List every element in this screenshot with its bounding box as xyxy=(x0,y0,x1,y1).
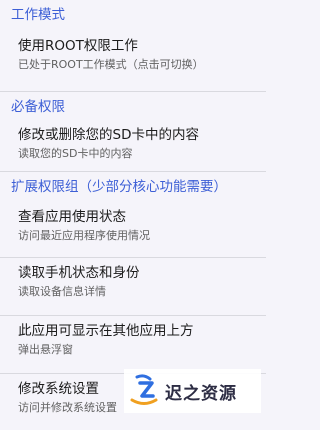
watermark-text: 迟之资源 xyxy=(165,383,237,404)
pref-title: 此应用可显示在其他应用上方 xyxy=(18,323,194,339)
pref-sdcard[interactable]: 修改或删除您的SD卡中的内容 读取您的SD卡中的内容 xyxy=(0,120,266,171)
pref-summary: 访问最近应用程序使用情况 xyxy=(18,229,150,242)
section-header-work-mode: 工作模式 xyxy=(11,7,65,23)
pref-title: 使用ROOT权限工作 xyxy=(18,38,138,54)
section-header-extended: 扩展权限组（少部分核心功能需要） xyxy=(11,179,227,195)
pref-summary: 弹出悬浮窗 xyxy=(18,343,73,356)
watermark: 迟之资源 xyxy=(124,369,261,413)
pref-overlay[interactable]: 此应用可显示在其他应用上方 弹出悬浮窗 xyxy=(0,316,266,373)
pref-root-mode[interactable]: 使用ROOT权限工作 已处于ROOT工作模式（点击可切换） xyxy=(0,31,266,91)
pref-summary: 已处于ROOT工作模式（点击可切换） xyxy=(18,58,204,71)
pref-title: 读取手机状态和身份 xyxy=(18,265,140,281)
pref-title: 修改或删除您的SD卡中的内容 xyxy=(18,127,199,143)
pref-usage-stats[interactable]: 查看应用使用状态 访问最近应用程序使用情况 xyxy=(0,202,266,257)
pref-title: 查看应用使用状态 xyxy=(18,209,126,225)
section-header-required: 必备权限 xyxy=(11,99,65,115)
settings-list: 工作模式 使用ROOT权限工作 已处于ROOT工作模式（点击可切换） 必备权限 … xyxy=(0,0,266,430)
pref-phone-state[interactable]: 读取手机状态和身份 读取设备信息详情 xyxy=(0,258,266,315)
pref-summary: 读取您的SD卡中的内容 xyxy=(18,147,133,160)
logo-icon xyxy=(130,374,158,405)
section-required-permissions: 必备权限 修改或删除您的SD卡中的内容 读取您的SD卡中的内容 xyxy=(0,92,266,172)
pref-summary: 读取设备信息详情 xyxy=(18,285,106,298)
section-work-mode: 工作模式 使用ROOT权限工作 已处于ROOT工作模式（点击可切换） xyxy=(0,0,266,92)
